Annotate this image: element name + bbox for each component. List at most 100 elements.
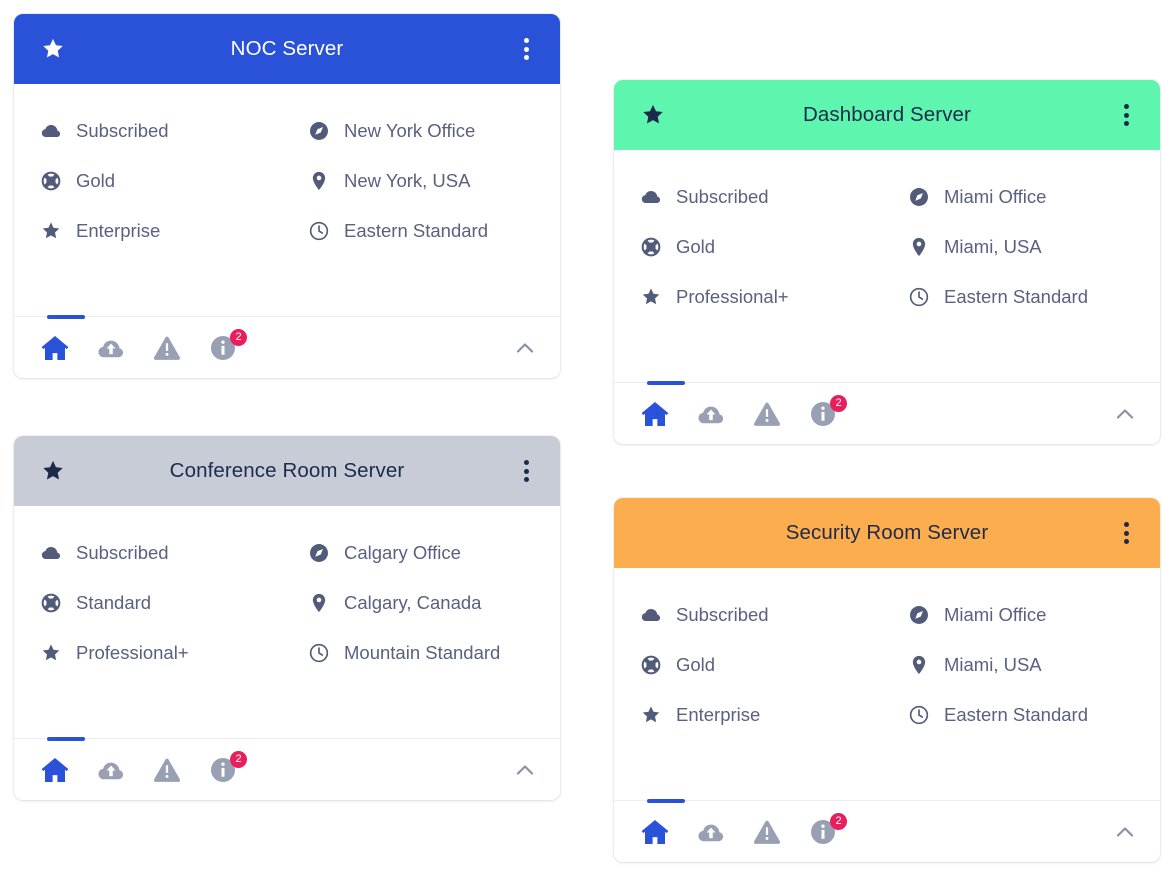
clock-icon [908,286,930,308]
notification-badge: 2 [230,328,247,346]
home-icon[interactable] [640,817,670,847]
cloud-upload-icon[interactable] [696,817,726,847]
info-cell-right: Calgary Office [308,528,534,578]
overflow-menu-icon[interactable] [1114,102,1138,128]
info-cell-right: Miami, USA [908,222,1134,272]
compass-icon [308,120,330,142]
chevron-up-icon[interactable] [512,335,538,361]
star-icon [40,220,62,242]
info-text: Subscribed [676,185,769,207]
favorite-star-icon[interactable] [640,102,666,128]
notification-badge: 2 [230,750,247,768]
info-icon[interactable]: 2 [208,328,247,363]
cloud-upload-icon[interactable] [96,755,126,785]
info-text: Professional+ [76,641,189,663]
card-body: Subscribed Calgary Office Standard Calgary,… [14,506,560,738]
map-pin-icon [308,170,330,192]
cloud-icon [640,604,662,626]
card-body: Subscribed Miami Office Gold Miami, USA Ente… [614,568,1160,800]
card-header: NOC Server [14,14,560,84]
star-icon [40,642,62,664]
info-text: Calgary Office [344,541,461,563]
lifebuoy-icon [640,654,662,676]
card-title: Security Room Server [785,521,989,544]
info-text: Miami, USA [944,653,1042,675]
server-card-conference-room-server: Conference Room Server Subscribed Calgary … [14,436,560,800]
card-body: Subscribed New York Office Gold New York, U… [14,84,560,316]
lifebuoy-icon [40,170,62,192]
info-cell-right: Miami Office [908,590,1134,640]
info-icon[interactable]: 2 [208,750,247,785]
notification-badge: 2 [830,812,847,830]
home-icon[interactable] [640,399,670,429]
info-icon[interactable]: 2 [808,812,847,847]
info-icon[interactable]: 2 [808,394,847,429]
info-text: Eastern Standard [944,285,1088,307]
server-card-security-room-server: Security Room Server Subscribed Miami Offi… [614,498,1160,862]
card-footer: 2 [614,381,1160,444]
active-tab-indicator [47,315,85,319]
overflow-menu-icon[interactable] [1114,520,1138,546]
clock-icon [308,642,330,664]
info-cell-left: Enterprise [640,690,908,740]
card-header: Security Room Server [614,498,1160,568]
chevron-up-icon[interactable] [1112,401,1138,427]
home-icon[interactable] [40,755,70,785]
info-text: Eastern Standard [344,219,488,241]
warning-icon[interactable] [152,333,182,363]
warning-icon[interactable] [752,817,782,847]
favorite-star-icon[interactable] [40,36,66,62]
home-icon[interactable] [40,333,70,363]
card-title: NOC Server [230,37,344,60]
info-cell-right: Eastern Standard [308,206,534,256]
cloud-upload-icon[interactable] [96,333,126,363]
active-tab-indicator [47,737,85,741]
compass-icon [308,542,330,564]
card-footer: 2 [14,315,560,378]
card-header: Dashboard Server [614,80,1160,150]
chevron-up-icon[interactable] [512,757,538,783]
favorite-star-icon[interactable] [40,458,66,484]
notification-badge: 2 [830,394,847,412]
info-cell-right: Miami Office [908,172,1134,222]
info-cell-right: Miami, USA [908,640,1134,690]
map-pin-icon [908,236,930,258]
info-text: Enterprise [76,219,161,241]
map-pin-icon [308,592,330,614]
warning-icon[interactable] [152,755,182,785]
info-cell-right: Calgary, Canada [308,578,534,628]
info-cell-left: Standard [40,578,308,628]
lifebuoy-icon [40,592,62,614]
chevron-up-icon[interactable] [1112,819,1138,845]
overflow-menu-icon[interactable] [514,36,538,62]
card-title: Dashboard Server [803,103,971,126]
info-text: Miami Office [944,185,1047,207]
card-footer: 2 [614,799,1160,862]
info-cell-right: Mountain Standard [308,628,534,678]
info-text: Professional+ [676,285,789,307]
info-cell-left: Subscribed [40,528,308,578]
info-cell-left: Professional+ [640,272,908,322]
cloud-upload-icon[interactable] [696,399,726,429]
compass-icon [908,186,930,208]
server-card-dashboard-server: Dashboard Server Subscribed Miami Office Go… [614,80,1160,444]
clock-icon [308,220,330,242]
warning-icon[interactable] [752,399,782,429]
info-cell-left: Gold [640,640,908,690]
info-cell-left: Enterprise [40,206,308,256]
info-text: Mountain Standard [344,641,501,663]
info-cell-left: Gold [640,222,908,272]
cloud-icon [640,186,662,208]
active-tab-indicator [647,799,685,803]
card-info-grid: Subscribed New York Office Gold New York, U… [40,106,534,256]
info-text: Calgary, Canada [344,591,482,613]
star-icon [640,286,662,308]
card-header: Conference Room Server [14,436,560,506]
info-cell-right: Eastern Standard [908,272,1134,322]
star-icon [640,704,662,726]
info-text: Enterprise [676,703,761,725]
card-body: Subscribed Miami Office Gold Miami, USA Prof… [614,150,1160,382]
server-card-board: NOC Server Subscribed New York Office Gold N… [0,0,1174,880]
active-tab-indicator [647,381,685,385]
overflow-menu-icon[interactable] [514,458,538,484]
